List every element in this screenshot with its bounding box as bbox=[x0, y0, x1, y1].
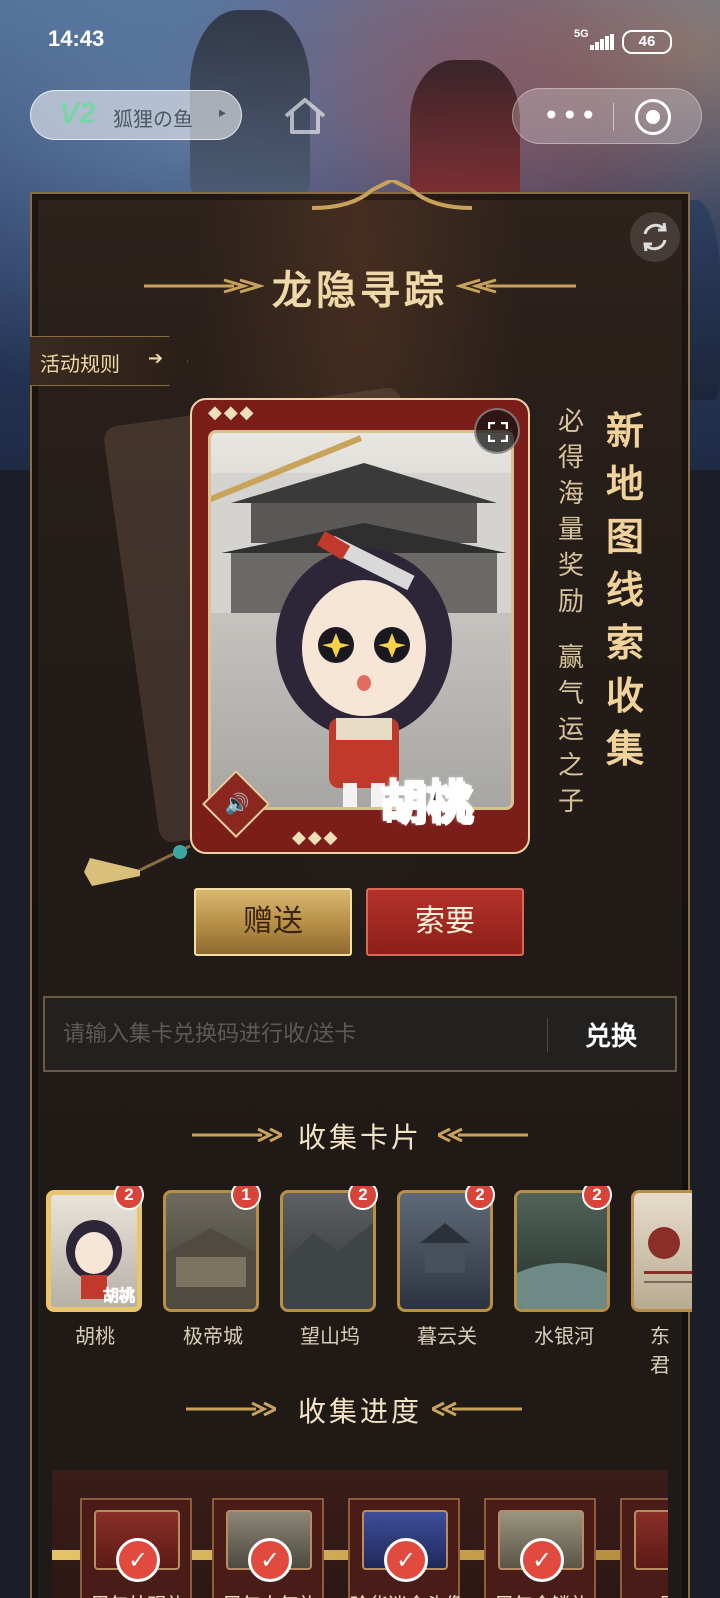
rules-label: 活动规则 bbox=[40, 352, 120, 376]
card-diamonds-top: ◆◆◆ bbox=[208, 402, 256, 423]
close-target-icon[interactable] bbox=[635, 99, 671, 135]
speaker-icon: 🔊 bbox=[224, 791, 250, 816]
more-options-icon[interactable]: ••• bbox=[543, 99, 599, 132]
collect-card-label: 望山坞 bbox=[300, 1324, 360, 1348]
reward-item[interactable]: ✓ 周年外观礼 bbox=[80, 1498, 192, 1598]
collect-card-row[interactable]: 胡桃 2 1 2 2 2 bbox=[46, 1186, 692, 1336]
reward-label: 珍华迷金头像 bbox=[350, 1590, 462, 1598]
progress-heading: 收集进度 bbox=[297, 1395, 422, 1428]
page-title: 龙隐寻踪 bbox=[272, 267, 448, 314]
reward-item[interactable]: ✓ 周年金鳞礼 bbox=[484, 1498, 596, 1598]
progress-track: ✓ 周年外观礼 ✓ 周年人气礼 ✓ 珍华迷金头像 ✓ 周年金鳞礼 周年 bbox=[52, 1470, 668, 1598]
reward-label: 周年 bbox=[622, 1590, 668, 1598]
fullscreen-icon bbox=[488, 422, 508, 442]
reward-item[interactable]: 周年 bbox=[620, 1498, 668, 1598]
vip-badge: V2 bbox=[59, 97, 96, 130]
collect-card-muyunguan[interactable]: 2 bbox=[397, 1186, 495, 1312]
collect-card-label: 暮云关 bbox=[417, 1324, 477, 1348]
heading-ornament-right bbox=[432, 1402, 522, 1416]
collect-card-wangshanwu[interactable]: 2 bbox=[280, 1186, 378, 1312]
reward-label: 周年外观礼 bbox=[82, 1590, 194, 1598]
redeem-code-input[interactable] bbox=[63, 1014, 533, 1054]
expand-button[interactable] bbox=[474, 408, 520, 454]
rules-button[interactable]: 活动规则 ➔ bbox=[30, 336, 188, 386]
check-icon: ✓ bbox=[520, 1538, 564, 1582]
tassel-ornament bbox=[84, 844, 191, 886]
check-icon: ✓ bbox=[116, 1538, 160, 1582]
collect-card-jidicheng[interactable]: 1 bbox=[163, 1186, 261, 1312]
network-type: 5G bbox=[574, 28, 589, 40]
signal-icon bbox=[590, 34, 614, 50]
status-bar: 14:43 5G 46 bbox=[0, 22, 720, 62]
check-icon: ✓ bbox=[248, 1538, 292, 1582]
redeem-bar: 兑换 bbox=[43, 996, 677, 1072]
card-diamonds-bottom: ◆◆◆ bbox=[292, 827, 340, 848]
panel-crest-ornament bbox=[312, 180, 472, 210]
gift-box-icon bbox=[634, 1510, 668, 1570]
svg-text:胡桃: 胡桃 bbox=[103, 1286, 135, 1305]
slogan-luck: 赢气运之子 bbox=[558, 643, 585, 817]
collect-card-label: 东君 bbox=[650, 1324, 670, 1377]
check-icon: ✓ bbox=[384, 1538, 428, 1582]
character-illustration bbox=[211, 435, 511, 807]
arrow-right-icon: ➔ bbox=[148, 348, 164, 369]
redeem-divider bbox=[547, 1018, 548, 1052]
featured-card[interactable]: ◆◆◆ 🔊 胡桃 ◆◆◆ bbox=[190, 398, 530, 854]
home-icon[interactable] bbox=[280, 96, 330, 136]
heading-ornament-right bbox=[438, 1128, 528, 1142]
collect-card-label: 胡桃 bbox=[75, 1324, 115, 1348]
collect-heading: 收集卡片 bbox=[297, 1121, 422, 1154]
refresh-button[interactable] bbox=[630, 212, 680, 262]
redeem-button[interactable]: 兑换 bbox=[585, 1016, 637, 1053]
slogan-main: 新地图线索收集 bbox=[606, 408, 645, 771]
status-time: 14:43 bbox=[48, 26, 105, 51]
user-name: 狐狸の鱼 bbox=[113, 107, 193, 131]
reward-label: 周年人气礼 bbox=[214, 1590, 326, 1598]
play-arrow-icon: ▸ bbox=[219, 105, 227, 121]
card-artwork bbox=[208, 430, 514, 810]
title-ornament-right bbox=[456, 278, 576, 294]
reward-item[interactable]: ✓ 周年人气礼 bbox=[212, 1498, 324, 1598]
refresh-icon bbox=[643, 222, 667, 252]
collect-card-dongjun[interactable] bbox=[631, 1186, 692, 1312]
collect-card-label: 水银河 bbox=[534, 1324, 594, 1348]
user-pill[interactable]: V2 狐狸の鱼 ▸ bbox=[30, 90, 242, 140]
reward-label: 周年金鳞礼 bbox=[486, 1590, 598, 1598]
battery-icon: 46 bbox=[622, 30, 672, 54]
collect-card-hutao[interactable]: 胡桃 2 bbox=[46, 1186, 144, 1312]
slogan-rewards: 必得海量奖励 bbox=[558, 407, 585, 617]
capsule-divider bbox=[613, 103, 614, 131]
ask-button[interactable]: 索要 bbox=[366, 888, 524, 956]
collect-card-label: 极帝城 bbox=[183, 1324, 243, 1348]
card-thumbnail bbox=[631, 1190, 692, 1312]
reward-item[interactable]: ✓ 珍华迷金头像 bbox=[348, 1498, 462, 1598]
mini-program-capsule: ••• bbox=[512, 88, 702, 144]
collect-card-shuiyinhe[interactable]: 2 bbox=[514, 1186, 612, 1312]
gift-button[interactable]: 赠送 bbox=[194, 888, 352, 956]
card-name: 胡桃 bbox=[379, 774, 473, 830]
